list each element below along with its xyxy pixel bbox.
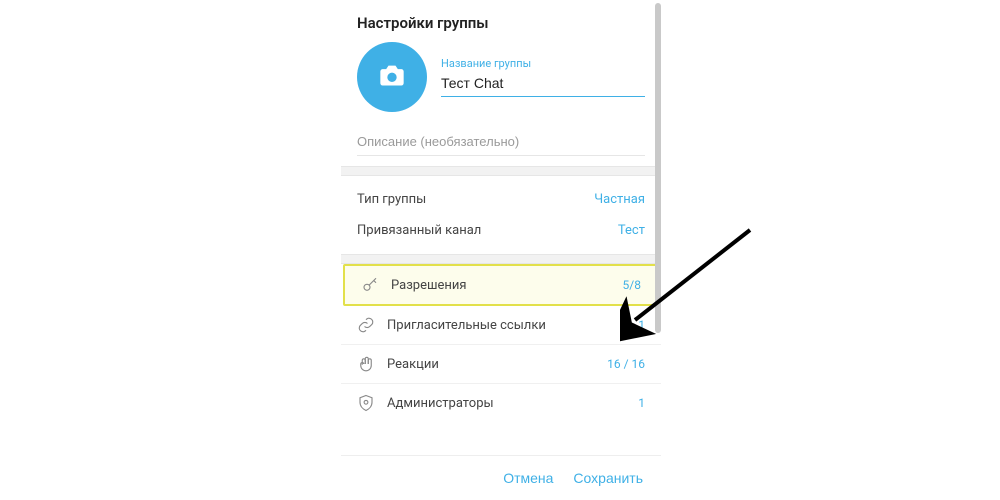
admins-value: 1 bbox=[638, 396, 645, 410]
group-avatar[interactable] bbox=[357, 42, 427, 112]
linked-channel-label: Привязанный канал bbox=[357, 223, 481, 238]
footer: Отмена Сохранить bbox=[341, 455, 661, 500]
permissions-label: Разрешения bbox=[391, 278, 611, 293]
linked-channel-row[interactable]: Привязанный канал Тест bbox=[341, 215, 661, 246]
menu-block: Разрешения 5/8 Пригласительные ссылки 1 … bbox=[341, 264, 661, 422]
group-type-value: Частная bbox=[594, 192, 645, 207]
group-name-input[interactable] bbox=[441, 72, 645, 97]
info-block: Тип группы Частная Привязанный канал Тес… bbox=[341, 176, 661, 254]
reactions-value: 16 / 16 bbox=[607, 357, 645, 371]
scrollbar-thumb[interactable] bbox=[655, 3, 661, 333]
permissions-value: 5/8 bbox=[623, 278, 641, 292]
panel-title: Настройки группы bbox=[341, 0, 661, 42]
invite-links-row[interactable]: Пригласительные ссылки 1 bbox=[341, 306, 661, 345]
reactions-label: Реакции bbox=[387, 357, 595, 372]
profile-section: Название группы bbox=[341, 42, 661, 128]
key-icon bbox=[361, 276, 379, 294]
admins-label: Администраторы bbox=[387, 396, 626, 411]
description-input[interactable] bbox=[357, 128, 645, 156]
invite-links-label: Пригласительные ссылки bbox=[387, 318, 626, 333]
group-type-row[interactable]: Тип группы Частная bbox=[341, 184, 661, 215]
group-name-field: Название группы bbox=[441, 57, 645, 97]
group-type-label: Тип группы bbox=[357, 192, 426, 207]
link-icon bbox=[357, 316, 375, 334]
invite-links-value: 1 bbox=[638, 318, 645, 332]
description-section bbox=[341, 128, 661, 166]
linked-channel-value: Тест bbox=[618, 223, 645, 238]
group-name-label: Название группы bbox=[441, 57, 645, 70]
admins-row[interactable]: Администраторы 1 bbox=[341, 384, 661, 422]
camera-icon bbox=[378, 63, 406, 91]
section-divider bbox=[341, 254, 661, 264]
permissions-row[interactable]: Разрешения 5/8 bbox=[343, 264, 659, 306]
wave-icon bbox=[357, 355, 375, 373]
group-settings-panel: Настройки группы Название группы Тип гру… bbox=[341, 0, 661, 500]
reactions-row[interactable]: Реакции 16 / 16 bbox=[341, 345, 661, 384]
shield-icon bbox=[357, 394, 375, 412]
cancel-button[interactable]: Отмена bbox=[503, 470, 553, 486]
save-button[interactable]: Сохранить bbox=[573, 470, 643, 486]
scrollbar[interactable] bbox=[655, 0, 661, 500]
section-divider bbox=[341, 166, 661, 176]
